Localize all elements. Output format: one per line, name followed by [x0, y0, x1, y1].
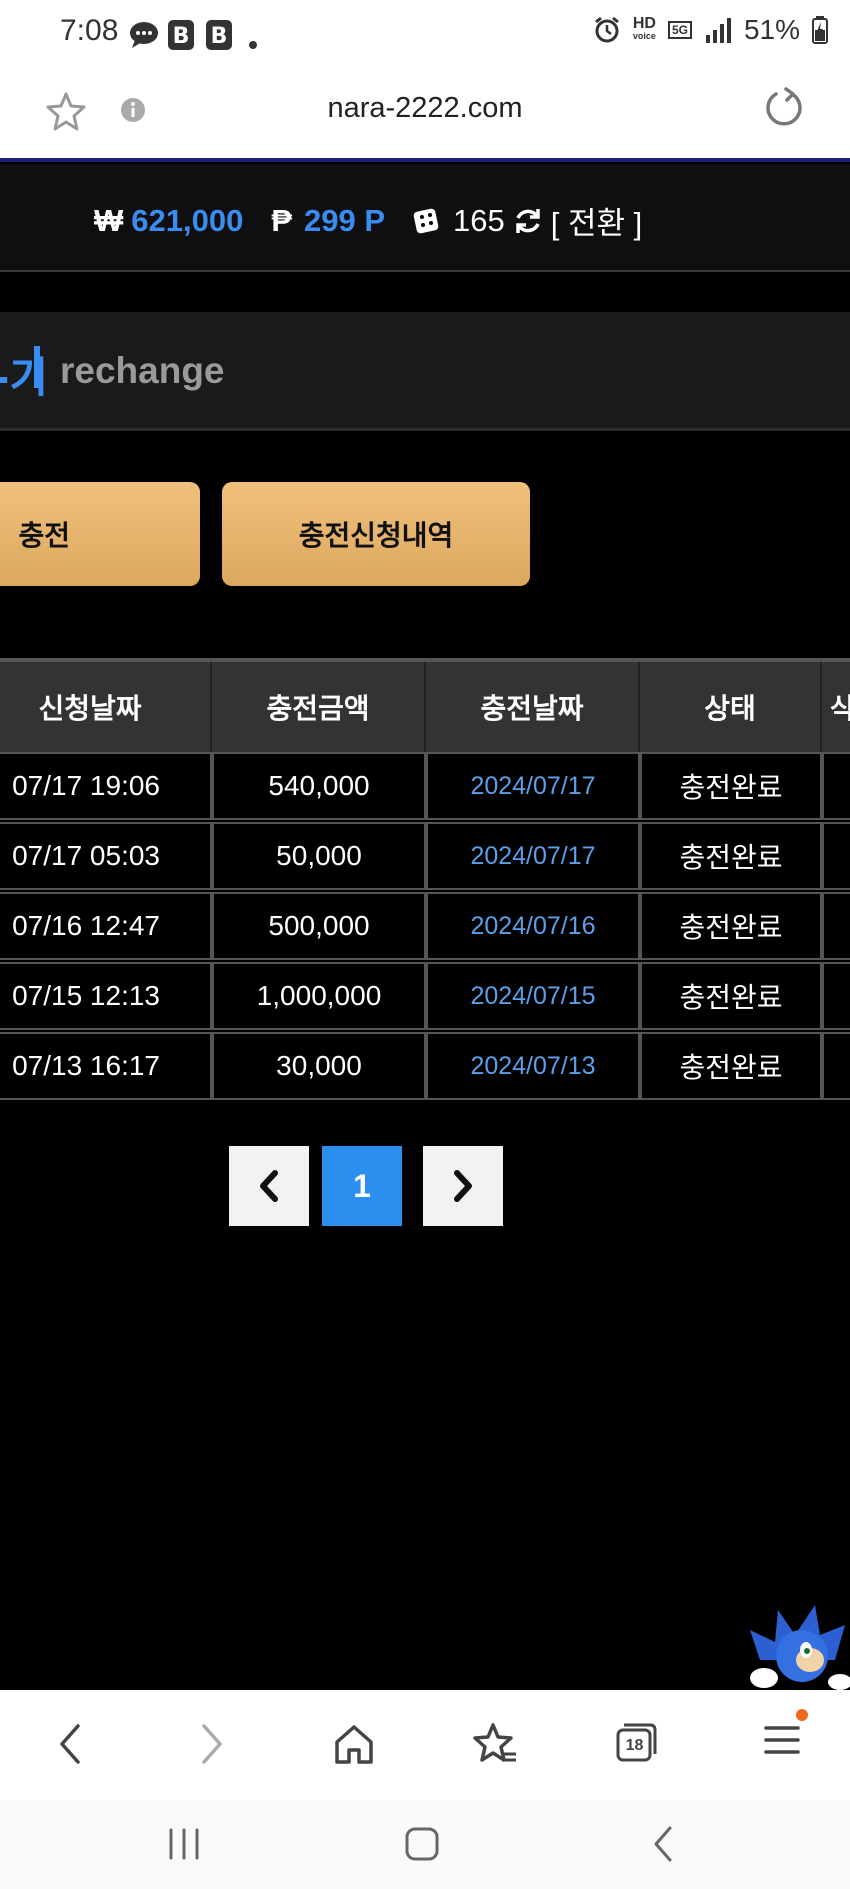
cell-amount: 30,000: [212, 1032, 426, 1100]
more-notifications-dot-icon: [249, 41, 257, 49]
cell-charge-date: 2024/07/16: [426, 892, 640, 960]
title-divider: [34, 346, 40, 388]
cell-amount: 50,000: [212, 822, 426, 890]
won-symbol: ₩: [94, 202, 124, 238]
home-nav-icon[interactable]: [404, 1824, 440, 1864]
table-row: 07/17 19:06 540,000 2024/07/17 충전완료: [0, 752, 850, 822]
cell-amount: 500,000: [212, 892, 426, 960]
header-amount: 충전금액: [212, 662, 426, 752]
cell-amount: 540,000: [212, 752, 426, 820]
cell-delete-button[interactable]: [822, 752, 850, 820]
browser-toolbar: 18: [0, 1690, 850, 1800]
convert-button[interactable]: [ 전환 ]: [551, 198, 643, 243]
b-app-notification-icon: B: [168, 20, 194, 50]
point-balance: 299 P: [304, 202, 386, 238]
header-request-date: 신청날짜: [0, 662, 212, 752]
back-nav-icon[interactable]: [648, 1824, 678, 1864]
page-title-english: rechange: [60, 350, 225, 391]
cell-request-date: 07/17 19:06: [0, 752, 212, 820]
chevron-left-icon: [260, 1170, 278, 1202]
browser-url-bar: nara-2222.com: [0, 70, 850, 158]
cell-delete-button[interactable]: [822, 962, 850, 1030]
network-type: 5G: [667, 21, 692, 39]
bookmarks-icon[interactable]: [472, 1720, 518, 1768]
cell-charge-date: 2024/07/17: [426, 752, 640, 820]
signal-icon: [705, 18, 731, 43]
status-time: 7:08: [60, 14, 119, 47]
cell-request-date: 07/13 16:17: [0, 1032, 212, 1100]
cell-status: 충전완료: [640, 752, 822, 820]
cell-amount: 1,000,000: [212, 962, 426, 1030]
battery-percent: 51%: [743, 14, 800, 45]
recent-apps-icon[interactable]: [166, 1824, 202, 1864]
tabs-button[interactable]: 18: [614, 1720, 658, 1764]
menu-icon[interactable]: [760, 1706, 810, 1766]
header-status: 상태: [640, 662, 822, 752]
cell-request-date: 07/16 12:47: [0, 892, 212, 960]
page-number-current[interactable]: 1: [322, 1146, 402, 1226]
cell-status: 충전완료: [640, 962, 822, 1030]
header-delete: 삭: [822, 662, 850, 752]
won-balance: 621,000: [131, 202, 244, 238]
url-text[interactable]: nara-2222.com: [0, 92, 850, 125]
cell-delete-button[interactable]: [822, 1032, 850, 1100]
convert-refresh-icon[interactable]: [513, 206, 543, 236]
battery-charging-icon: [812, 16, 828, 44]
table-row: 07/16 12:47 500,000 2024/07/16 충전완료: [0, 892, 850, 962]
table-row: 07/13 16:17 30,000 2024/07/13 충전완료: [0, 1032, 850, 1102]
svg-text:B: B: [173, 24, 190, 49]
cell-request-date: 07/15 12:13: [0, 962, 212, 1030]
chevron-right-icon: [454, 1170, 472, 1202]
balance-bar: ₩ 621,000 ₱ 299 P 165 [ 전환 ]: [0, 164, 850, 272]
reload-icon[interactable]: [762, 86, 806, 130]
next-page-button[interactable]: [423, 1146, 503, 1226]
status-bar: 7:08 B B HD voice 5G 51%: [0, 0, 850, 70]
back-icon[interactable]: [52, 1720, 86, 1768]
system-navigation-bar: [0, 1800, 850, 1889]
home-icon[interactable]: [332, 1720, 376, 1768]
charge-button[interactable]: 충전: [0, 482, 200, 586]
cell-request-date: 07/17 05:03: [0, 822, 212, 890]
svg-text:B: B: [211, 24, 228, 49]
cell-status: 충전완료: [640, 1032, 822, 1100]
b-app-notification-icon: B: [206, 20, 232, 50]
chip-count: 165: [453, 202, 505, 238]
chip-dice-icon: [413, 208, 439, 233]
cell-delete-button[interactable]: [822, 892, 850, 960]
charge-button-label: 충전: [18, 519, 70, 552]
mascot-character-image[interactable]: [740, 1590, 850, 1690]
cell-status: 충전완료: [640, 822, 822, 890]
point-symbol: ₱: [271, 202, 293, 238]
forward-icon[interactable]: [196, 1720, 230, 1768]
hd-voice-indicator: HD voice: [632, 15, 656, 42]
cell-charge-date: 2024/07/15: [426, 962, 640, 1030]
chat-notification-icon: [130, 22, 158, 48]
table-header: 신청날짜 충전금액 충전날짜 상태 삭: [0, 658, 850, 752]
header-charge-date: 충전날짜: [426, 662, 640, 752]
table-row: 07/15 12:13 1,000,000 2024/07/15 충전완료: [0, 962, 850, 1032]
cell-status: 충전완료: [640, 892, 822, 960]
cell-charge-date: 2024/07/13: [426, 1032, 640, 1100]
cell-charge-date: 2024/07/17: [426, 822, 640, 890]
header-accent-line: [0, 158, 850, 162]
table-row: 07/17 05:03 50,000 2024/07/17 충전완료: [0, 822, 850, 892]
page-title-bar: -기 rechange: [0, 312, 850, 431]
prev-page-button[interactable]: [229, 1146, 309, 1226]
cell-delete-button[interactable]: [822, 822, 850, 890]
page-title-korean: -기: [0, 353, 49, 402]
alarm-icon: [594, 16, 619, 43]
charge-history-label: 충전신청내역: [298, 519, 454, 552]
tab-count: 18: [625, 1737, 644, 1754]
charge-history-button[interactable]: 충전신청내역: [222, 482, 530, 586]
